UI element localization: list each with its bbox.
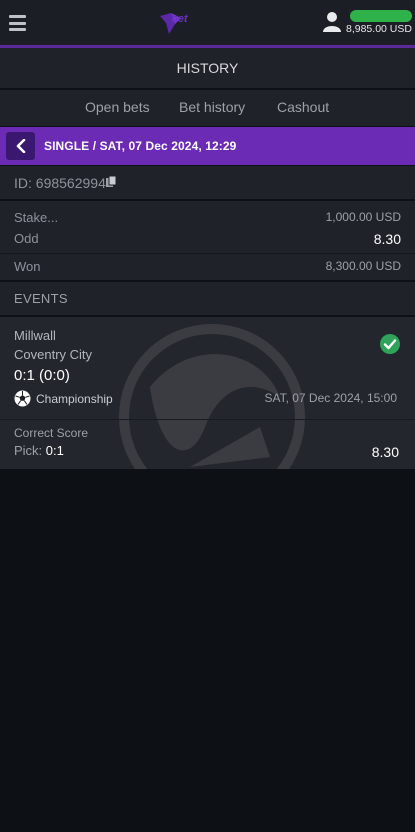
match-score: 0:1 (0:0): [14, 367, 70, 384]
tab-cashout[interactable]: Cashout: [277, 99, 329, 115]
pick-label: Pick:: [14, 443, 43, 458]
league-name: Championship: [36, 392, 113, 406]
stake-value: 1,000.00 USD: [325, 210, 401, 224]
won-value: 8,300.00 USD: [325, 259, 401, 273]
events-title: EVENTS: [14, 291, 68, 306]
pick-odd: 8.30: [371, 444, 399, 460]
bet-id-row: ID: 698562994: [0, 166, 415, 199]
away-team: Coventry City: [14, 347, 93, 362]
bet-id-value: 698562994: [35, 175, 106, 191]
history-tabs: Open bets Bet history Cashout: [0, 90, 415, 126]
divider: [0, 253, 415, 254]
football-icon: [14, 390, 31, 407]
chevron-left-icon: [16, 139, 25, 153]
balance-amount: 8,985.00 USD: [346, 23, 412, 35]
pick: Pick: 0:1: [14, 443, 64, 458]
odd-label: Odd: [14, 231, 39, 246]
bet-id-label: ID:: [14, 175, 32, 191]
check-circle-icon: [380, 334, 400, 354]
top-bar: bet 8,985.00 USD: [0, 0, 415, 46]
user-icon[interactable]: [323, 11, 341, 33]
bet-header: SINGLE / SAT, 07 Dec 2024, 12:29: [0, 127, 415, 165]
page-title: HISTORY: [0, 48, 415, 88]
divider: [0, 419, 415, 420]
bet-summary: Stake... 1,000.00 USD Odd 8.30 Won 8,300…: [0, 201, 415, 280]
event-card: Millwall Coventry City 0:1 (0:0) Champio…: [0, 317, 415, 469]
menu-icon[interactable]: [9, 15, 26, 31]
stake-label: Stake...: [14, 210, 59, 225]
pick-value: 0:1: [45, 443, 64, 458]
back-button[interactable]: [6, 132, 35, 160]
logo-text: bet: [171, 13, 188, 25]
events-section-title: EVENTS: [0, 282, 415, 315]
tab-bet-history[interactable]: Bet history: [179, 99, 245, 115]
balance-bar[interactable]: [350, 10, 412, 22]
odd-value: 8.30: [373, 231, 401, 247]
event-date: SAT, 07 Dec 2024, 15:00: [264, 391, 397, 405]
copy-icon[interactable]: [106, 176, 117, 188]
market-name: Correct Score: [14, 426, 89, 440]
won-label: Won: [14, 259, 41, 274]
bet-id: ID: 698562994: [14, 175, 106, 191]
home-team: Millwall: [14, 328, 56, 343]
tab-open-bets[interactable]: Open bets: [85, 99, 150, 115]
bet-type-date: SINGLE / SAT, 07 Dec 2024, 12:29: [44, 139, 237, 153]
